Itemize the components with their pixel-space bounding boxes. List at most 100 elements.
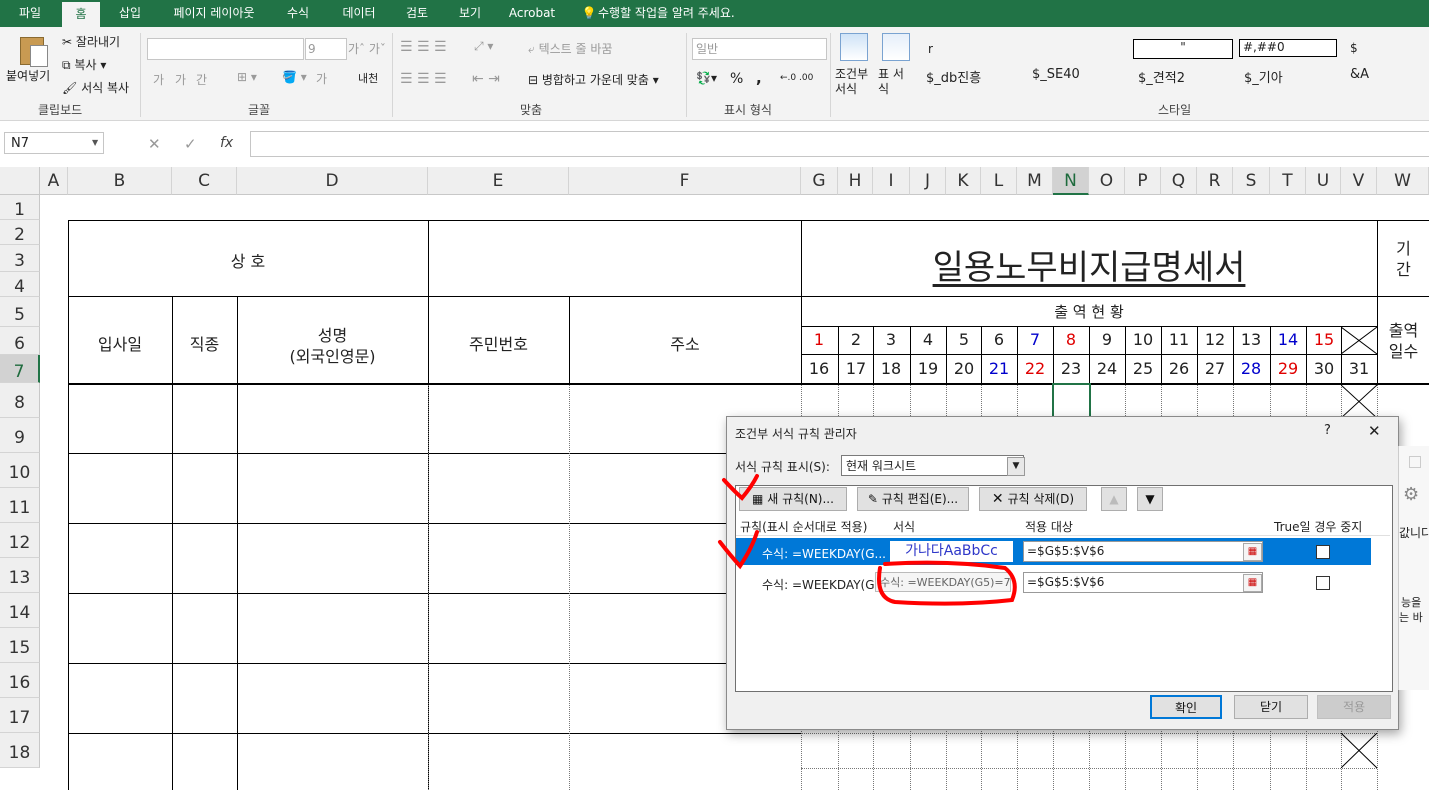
indent-icon[interactable]: ⇤ ⇥ xyxy=(472,71,500,87)
paste-icon[interactable] xyxy=(18,33,48,67)
left-align-icon[interactable]: ☰ ☰ ☰ xyxy=(400,71,447,87)
style-cell-quote[interactable]: " xyxy=(1133,39,1233,59)
cancel-icon[interactable]: ✕ xyxy=(148,135,161,153)
column-header-D[interactable]: D xyxy=(237,167,428,195)
phonetic-button[interactable]: 내천 xyxy=(358,70,378,86)
underline-button[interactable]: 간 xyxy=(196,71,207,88)
function-icon[interactable]: fx xyxy=(220,135,233,151)
tell-me-box[interactable]: 수행할 작업을 알려 주세요. xyxy=(598,0,758,27)
row-header-16[interactable]: 16 xyxy=(0,663,40,698)
accounting-icon[interactable]: 💱▾ xyxy=(696,71,717,85)
font-size-box[interactable]: 9 xyxy=(305,38,347,60)
column-header-J[interactable]: J xyxy=(910,167,946,195)
column-header-E[interactable]: E xyxy=(428,167,569,195)
tab-data[interactable]: 데이터 xyxy=(332,0,386,27)
column-header-M[interactable]: M xyxy=(1017,167,1053,195)
stop-if-true-checkbox[interactable] xyxy=(1316,545,1330,559)
column-header-I[interactable]: I xyxy=(873,167,910,195)
cut-button[interactable]: ✂ 잘라내기 xyxy=(62,33,120,50)
number-format-box[interactable]: 일반 xyxy=(692,38,827,60)
edit-rule-button[interactable]: ✎ 규칙 편집(E)... xyxy=(857,487,969,511)
column-header-O[interactable]: O xyxy=(1089,167,1125,195)
range-picker-icon[interactable]: ▦ xyxy=(1243,574,1262,592)
border-button[interactable]: ⊞ ▾ xyxy=(237,70,257,84)
table-format-icon[interactable] xyxy=(882,33,910,61)
merge-center-button[interactable]: ⊟ 병합하고 가운데 맞춤 ▾ xyxy=(528,71,659,88)
row-header-10[interactable]: 10 xyxy=(0,453,40,488)
row-header-17[interactable]: 17 xyxy=(0,698,40,733)
row-header-6[interactable]: 6 xyxy=(0,327,40,355)
close-dialog-button[interactable]: 닫기 xyxy=(1234,695,1308,719)
conditional-format-button[interactable]: 조건부 서식 xyxy=(835,67,875,97)
delete-rule-button[interactable]: ✕ 규칙 삭제(D) xyxy=(979,487,1087,511)
column-header-P[interactable]: P xyxy=(1125,167,1161,195)
conditional-format-icon[interactable] xyxy=(840,33,868,61)
ok-button[interactable]: 확인 xyxy=(1150,695,1222,719)
row-header-7[interactable]: 7 xyxy=(0,355,40,383)
row-header-18[interactable]: 18 xyxy=(0,733,40,768)
style-cell-r[interactable]: r xyxy=(928,42,933,56)
row-header-14[interactable]: 14 xyxy=(0,593,40,628)
tab-review[interactable]: 검토 xyxy=(394,0,440,27)
row-header-9[interactable]: 9 xyxy=(0,418,40,453)
column-header-B[interactable]: B xyxy=(68,167,172,195)
column-header-F[interactable]: F xyxy=(569,167,801,195)
row-header-12[interactable]: 12 xyxy=(0,523,40,558)
column-header-W[interactable]: W xyxy=(1377,167,1429,195)
style-cell-kia[interactable]: $_기아 xyxy=(1244,67,1283,86)
style-cell-number[interactable]: #,##0 xyxy=(1239,39,1337,57)
column-header-R[interactable]: R xyxy=(1197,167,1233,195)
new-rule-button[interactable]: ▦ 새 규칙(N)... xyxy=(739,487,847,511)
tab-view[interactable]: 보기 xyxy=(448,0,492,27)
copy-button[interactable]: ⧉ 복사 ▾ xyxy=(62,56,106,73)
selected-cell-N7[interactable] xyxy=(1052,383,1091,420)
format-painter-button[interactable]: 🖌 서식 복사 xyxy=(62,79,129,96)
style-cell-se40[interactable]: $_SE40 xyxy=(1032,67,1080,82)
style-cell-dollar[interactable]: $ xyxy=(1350,41,1358,55)
enter-icon[interactable]: ✓ xyxy=(184,135,197,153)
column-header-A[interactable]: A xyxy=(40,167,68,195)
range-picker-icon[interactable]: ▦ xyxy=(1243,543,1262,561)
column-header-K[interactable]: K xyxy=(946,167,981,195)
help-button[interactable]: ? xyxy=(1324,423,1331,438)
increase-decimal-button[interactable]: ←.0 .00 xyxy=(780,73,813,83)
row-header-11[interactable]: 11 xyxy=(0,488,40,523)
column-header-C[interactable]: C xyxy=(172,167,237,195)
column-header-T[interactable]: T xyxy=(1270,167,1306,195)
font-color-button[interactable]: 가 xyxy=(316,70,327,87)
orientation-icon[interactable]: ⤢ ▾ xyxy=(474,39,493,54)
bold-button[interactable]: 가 xyxy=(153,71,164,88)
row-header-4[interactable]: 4 xyxy=(0,272,40,297)
font-name-box[interactable] xyxy=(147,38,304,60)
paste-button[interactable]: 붙여넣기 xyxy=(6,67,50,84)
percent-button[interactable]: % xyxy=(730,71,743,87)
fill-color-button[interactable]: 🪣 ▾ xyxy=(282,70,307,84)
format-as-table-button[interactable]: 표 서식 xyxy=(878,67,910,97)
style-cell-db[interactable]: $_db진흥 xyxy=(926,67,981,86)
stop-if-true-checkbox[interactable] xyxy=(1316,576,1330,590)
top-align-icon[interactable]: ☰ ☰ ☰ xyxy=(400,39,447,55)
tab-acrobat[interactable]: Acrobat xyxy=(500,0,564,27)
tab-page-layout[interactable]: 페이지 레이아웃 xyxy=(162,0,266,27)
tab-formulas[interactable]: 수식 xyxy=(276,0,320,27)
column-header-H[interactable]: H xyxy=(838,167,873,195)
row-header-5[interactable]: 5 xyxy=(0,297,40,327)
chevron-down-icon[interactable]: ▼ xyxy=(92,138,98,147)
applies-to-input[interactable]: =$G$5:$V$6 xyxy=(1023,541,1263,562)
style-cell-quote2[interactable]: $_견적2 xyxy=(1138,67,1185,86)
column-header-N[interactable]: N xyxy=(1053,167,1089,195)
column-header-L[interactable]: L xyxy=(981,167,1017,195)
apply-button[interactable]: 적용 xyxy=(1317,695,1391,719)
tab-insert[interactable]: 삽입 xyxy=(108,0,152,27)
italic-button[interactable]: 가 xyxy=(175,71,186,88)
gear-icon[interactable]: ⚙ xyxy=(1403,484,1419,505)
column-header-V[interactable]: V xyxy=(1341,167,1377,195)
chevron-down-icon[interactable]: ▼ xyxy=(1007,457,1025,476)
style-cell-amp[interactable]: &A xyxy=(1350,67,1369,82)
row-header-13[interactable]: 13 xyxy=(0,558,40,593)
row-header-8[interactable]: 8 xyxy=(0,383,40,418)
formula-input[interactable] xyxy=(250,131,1429,157)
row-header-2[interactable]: 2 xyxy=(0,220,40,245)
comma-button[interactable]: , xyxy=(756,69,762,87)
wrap-text-button[interactable]: ⤶ 텍스트 줄 바꿈 xyxy=(528,40,612,57)
